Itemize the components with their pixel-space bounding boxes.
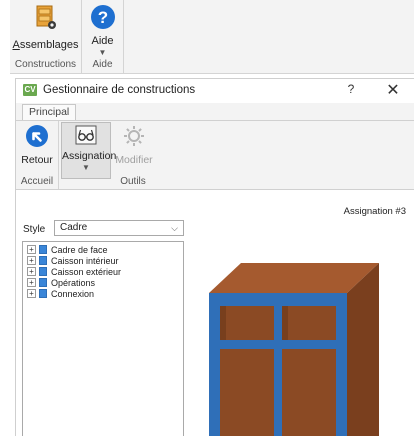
tree-item-label: Caisson intérieur	[51, 255, 119, 266]
modifier-label: Modifier	[115, 154, 153, 166]
expand-icon[interactable]: +	[27, 245, 36, 254]
outer-ribbon: Assemblages Constructions ? Aide ▼ Aide	[10, 0, 414, 74]
construction-tree[interactable]: + Cadre de face + Caisson intérieur + Ca…	[22, 241, 184, 436]
cabinet-opening-bottom-right	[282, 349, 336, 436]
tree-item-caisson-exterieur[interactable]: + Caisson extérieur	[27, 266, 121, 277]
expand-icon[interactable]: +	[27, 289, 36, 298]
inner-ribbon: Retour Accueil Assignation ▼ Modifier Ou…	[16, 120, 414, 190]
folder-icon	[39, 256, 47, 265]
cabinet-side-face	[347, 263, 379, 436]
cabinet-shadow	[220, 306, 226, 340]
dialog-title: Gestionnaire de constructions	[43, 84, 196, 96]
tree-item-label: Cadre de face	[51, 244, 108, 255]
folder-icon	[39, 245, 47, 254]
ribbon-tabstrip: Principal	[16, 103, 414, 120]
retour-button[interactable]: Retour	[18, 124, 56, 166]
expand-icon[interactable]: +	[27, 278, 36, 287]
tree-item-connexion[interactable]: + Connexion	[27, 288, 94, 299]
expand-icon[interactable]: +	[27, 267, 36, 276]
outils-group: Assignation ▼ Modifier Outils	[59, 121, 157, 189]
assignation-dropdown-caret-icon[interactable]: ▼	[62, 163, 110, 172]
app-logo-icon: CV	[23, 84, 37, 96]
cabinet-opening-top-right	[282, 306, 336, 340]
outils-group-label: Outils	[120, 176, 146, 187]
expand-icon[interactable]: +	[27, 256, 36, 265]
cabinet-opening-top-left	[220, 306, 274, 340]
cabinet-shadow	[282, 306, 288, 340]
close-button[interactable]: ✕	[384, 80, 402, 100]
constructions-manager-dialog: CV Gestionnaire de constructions ? ✕ Pri…	[15, 78, 414, 436]
retour-label: Retour	[21, 154, 53, 166]
dialog-content: Assignation #3 Style Cadre ⌵ + Cadre de …	[16, 191, 414, 436]
tree-item-label: Caisson extérieur	[51, 266, 122, 277]
cabinet-3d-viewport[interactable]	[196, 251, 414, 436]
constructions-group-label: Constructions	[14, 59, 77, 70]
cabinet-3d-model	[209, 263, 379, 436]
tree-item-label: Connexion	[51, 288, 95, 299]
glasses-icon	[75, 125, 97, 145]
aide-group: ? Aide ▼ Aide	[82, 0, 124, 74]
assignation-button[interactable]: Assignation ▼	[61, 122, 117, 179]
tree-item-label: Opérations	[51, 277, 96, 288]
dialog-titlebar: CV Gestionnaire de constructions ? ✕	[16, 79, 414, 101]
style-select[interactable]: Cadre ⌵	[54, 220, 184, 236]
tab-principal[interactable]: Principal	[22, 104, 77, 120]
tree-item-caisson-interieur[interactable]: + Caisson intérieur	[27, 255, 119, 266]
gear-icon	[124, 126, 144, 146]
folder-icon	[39, 289, 47, 298]
accueil-group: Retour Accueil	[16, 121, 59, 189]
help-button[interactable]: ?	[343, 82, 359, 96]
modifier-button[interactable]: Modifier	[113, 124, 155, 166]
accueil-group-label: Accueil	[20, 176, 54, 187]
back-arrow-icon	[26, 125, 48, 147]
aide-button[interactable]: ? Aide ▼	[82, 4, 123, 57]
help-circle-icon: ?	[90, 5, 115, 29]
style-select-value: Cadre	[60, 222, 88, 233]
assemblages-button[interactable]: Assemblages	[10, 4, 81, 51]
constructions-group: Assemblages Constructions	[10, 0, 82, 74]
folder-icon	[39, 278, 47, 287]
style-label: Style	[23, 224, 46, 235]
tree-item-cadre-de-face[interactable]: + Cadre de face	[27, 244, 108, 255]
assemblies-icon	[36, 5, 56, 29]
aide-group-label: Aide	[92, 59, 113, 70]
assemblages-label: Assemblages	[12, 39, 79, 51]
folder-icon	[39, 267, 47, 276]
assignation-number-label: Assignation #3	[343, 206, 406, 217]
chevron-down-icon: ⌵	[171, 223, 178, 233]
svg-text:?: ?	[97, 8, 107, 27]
aide-label: Aide	[91, 35, 114, 47]
aide-dropdown-caret-icon[interactable]: ▼	[82, 48, 123, 57]
tree-item-operations[interactable]: + Opérations	[27, 277, 95, 288]
assignation-label: Assignation	[62, 150, 117, 162]
cabinet-opening-bottom-left	[220, 349, 274, 436]
